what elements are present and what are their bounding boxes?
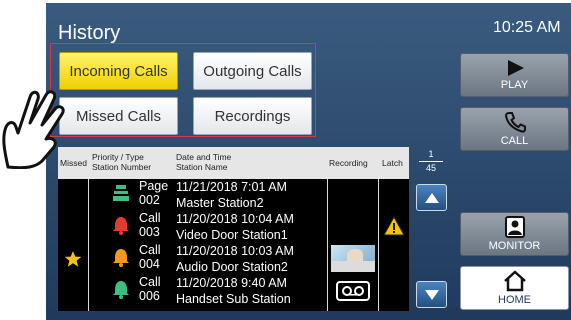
station-name: Audio Door Station2 bbox=[176, 260, 288, 274]
scroll-down-button[interactable] bbox=[416, 281, 447, 308]
bell-icon bbox=[113, 281, 129, 299]
call-datetime: 11/21/2018 7:01 AM bbox=[176, 180, 287, 194]
call-button[interactable]: CALL bbox=[460, 107, 569, 151]
table-row[interactable]: Call 004 11/20/2018 10:03 AM Audio Door … bbox=[58, 243, 409, 275]
monitor-button[interactable]: MONITOR bbox=[460, 212, 569, 256]
call-type: Call bbox=[139, 275, 161, 289]
play-icon bbox=[507, 60, 524, 76]
table-row[interactable]: Call 006 11/20/2018 9:40 AM Handset Sub … bbox=[58, 275, 409, 307]
call-label: CALL bbox=[500, 135, 529, 147]
page-title: History bbox=[58, 22, 121, 44]
station-number: 004 bbox=[139, 257, 160, 271]
monitor-icon bbox=[504, 216, 525, 238]
current-page: 1 bbox=[428, 149, 434, 159]
play-button[interactable]: PLAY bbox=[460, 53, 569, 97]
pager: 1 45 bbox=[411, 147, 451, 311]
bell-icon bbox=[113, 217, 129, 235]
outgoing-calls-button[interactable]: Outgoing Calls bbox=[193, 52, 312, 90]
table-row[interactable]: Page 002 11/21/2018 7:01 AM Master Stati… bbox=[58, 179, 409, 211]
tape-icon[interactable] bbox=[336, 281, 370, 301]
warning-icon bbox=[383, 216, 405, 236]
station-number: 003 bbox=[139, 225, 160, 239]
incoming-calls-button[interactable]: Incoming Calls bbox=[59, 52, 178, 90]
home-icon bbox=[503, 270, 526, 292]
header-priority-type: Priority / Type bbox=[92, 152, 144, 162]
arrow-up-icon bbox=[424, 192, 439, 203]
table-header: Missed Priority / Type Station Number Da… bbox=[58, 147, 409, 179]
video-thumbnail[interactable] bbox=[331, 245, 375, 272]
datetime-cell: 11/20/2018 10:03 AM Audio Door Station2 bbox=[176, 243, 294, 275]
header-recording: Recording bbox=[329, 158, 368, 168]
header-station-number: Station Number bbox=[92, 162, 152, 172]
call-datetime: 11/20/2018 9:40 AM bbox=[176, 276, 287, 290]
home-label: HOME bbox=[498, 294, 531, 306]
missed-calls-button[interactable]: Missed Calls bbox=[59, 97, 178, 135]
header-station-name: Station Name bbox=[176, 162, 228, 172]
call-datetime: 11/20/2018 10:04 AM bbox=[176, 212, 294, 226]
recordings-button[interactable]: Recordings bbox=[193, 97, 312, 135]
station-number: 006 bbox=[139, 289, 160, 303]
datetime-cell: 11/20/2018 10:04 AM Video Door Station1 bbox=[176, 211, 294, 243]
station-number: 002 bbox=[139, 193, 160, 207]
station-name: Video Door Station1 bbox=[176, 228, 288, 242]
home-button[interactable]: HOME bbox=[460, 266, 569, 310]
call-type: Page bbox=[139, 179, 169, 193]
star-icon bbox=[64, 251, 82, 267]
call-type: Call bbox=[139, 211, 161, 225]
call-datetime: 11/20/2018 10:03 AM bbox=[176, 244, 294, 258]
phone-icon bbox=[504, 112, 526, 133]
station-name: Master Station2 bbox=[176, 196, 264, 210]
datetime-cell: 11/20/2018 9:40 AM Handset Sub Station bbox=[176, 275, 291, 307]
datetime-cell: 11/21/2018 7:01 AM Master Station2 bbox=[176, 179, 287, 211]
total-pages: 45 bbox=[425, 163, 436, 173]
history-table: Missed Priority / Type Station Number Da… bbox=[58, 147, 409, 311]
page-icon bbox=[113, 185, 129, 201]
scroll-up-button[interactable] bbox=[416, 184, 447, 211]
clock: 10:25 AM bbox=[493, 19, 561, 36]
arrow-down-icon bbox=[424, 289, 439, 300]
bell-icon bbox=[113, 249, 129, 267]
monitor-label: MONITOR bbox=[488, 240, 541, 252]
call-type: Call bbox=[139, 243, 161, 257]
table-row[interactable]: Call 003 11/20/2018 10:04 AM Video Door … bbox=[58, 211, 409, 243]
header-date-time: Date and Time bbox=[176, 152, 232, 162]
station-name: Handset Sub Station bbox=[176, 292, 291, 306]
header-latch: Latch bbox=[382, 158, 403, 168]
play-label: PLAY bbox=[500, 79, 529, 91]
header-missed: Missed bbox=[60, 158, 87, 168]
page-fraction-line bbox=[419, 161, 443, 162]
